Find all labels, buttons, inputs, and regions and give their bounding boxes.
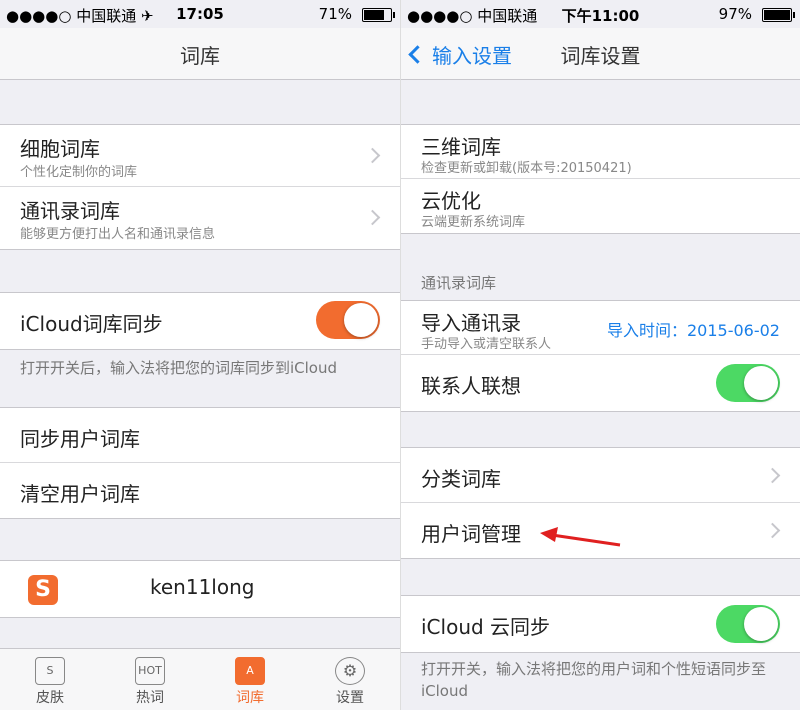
- import-contacts-row[interactable]: 导入通讯录 手动导入或清空联系人 导入时间：2015-06-02: [401, 301, 800, 355]
- shirt-icon: S: [35, 657, 65, 685]
- tab-dict[interactable]: A 词库: [200, 649, 300, 710]
- row-title: 三维词库: [421, 135, 501, 159]
- cloud-optimize-row[interactable]: 云优化 云端更新系统词库: [401, 179, 800, 233]
- tab-label: 词库: [236, 690, 264, 706]
- icloud-row: iCloud词库同步: [0, 293, 400, 349]
- 3d-dict-row[interactable]: 三维词库 检查更新或卸载(版本号:20150421): [401, 125, 800, 179]
- row-title: 导入通讯录: [421, 311, 521, 335]
- nav-bar: 词库: [0, 28, 400, 80]
- row-title: 同步用户词库: [20, 427, 140, 451]
- tab-settings[interactable]: ⚙ 设置: [300, 649, 400, 710]
- right-screen: ●●●●○ 中国联通 下午11:00 97% 输入设置 词库设置 三维词库 检查…: [400, 0, 800, 710]
- cell-dict-row[interactable]: 细胞词库 个性化定制你的词库: [0, 125, 400, 187]
- page-title: 词库设置: [560, 44, 641, 68]
- import-time: 导入时间：2015-06-02: [607, 321, 780, 340]
- row-title: 联系人联想: [421, 374, 521, 398]
- chevron-right-icon: [364, 147, 381, 164]
- tab-skin[interactable]: S 皮肤: [0, 649, 100, 710]
- contact-assoc-toggle[interactable]: [716, 364, 780, 402]
- red-arrow-annotation: [540, 527, 621, 547]
- row-title: 云优化: [421, 189, 481, 213]
- clear-user-dict-button[interactable]: 清空用户词库: [0, 463, 400, 518]
- chevron-right-icon: [764, 467, 781, 484]
- icloud-group: iCloud 云同步: [401, 595, 800, 653]
- icloud-label: iCloud 云同步: [421, 615, 551, 639]
- contacts-group: 导入通讯录 手动导入或清空联系人 导入时间：2015-06-02 联系人联想: [401, 300, 800, 412]
- battery-percent: 97%: [718, 5, 752, 23]
- row-subtitle: 云端更新系统词库: [421, 215, 526, 230]
- tab-label: 热词: [136, 690, 164, 706]
- contact-assoc-row: 联系人联想: [401, 355, 800, 411]
- icloud-group: iCloud词库同步: [0, 292, 400, 350]
- chevron-right-icon: [764, 522, 781, 539]
- row-title: 细胞词库: [20, 137, 100, 161]
- row-title: 清空用户词库: [20, 482, 140, 506]
- row-subtitle: 个性化定制你的词库: [20, 165, 138, 180]
- battery-icon: [762, 8, 795, 22]
- sogou-logo-icon: S: [28, 575, 58, 605]
- section-header: 通讯录词库: [421, 274, 497, 292]
- tab-hot[interactable]: HOT 热词: [100, 649, 200, 710]
- tab-label: 设置: [336, 690, 364, 706]
- icloud-toggle[interactable]: [316, 301, 380, 339]
- icloud-note: 打开开关，输入法将把您的用户词和个性短语同步至iCloud: [421, 660, 767, 700]
- contacts-dict-row[interactable]: 通讯录词库 能够更方便打出人名和通讯录信息: [0, 187, 400, 249]
- row-subtitle: 检查更新或卸载(版本号:20150421): [421, 161, 632, 176]
- page-title: 词库: [180, 44, 220, 68]
- status-bar: ●●●●○ 中国联通 ✈ 17:05 71%: [0, 0, 400, 28]
- battery-icon: [362, 8, 395, 22]
- gear-icon: ⚙: [335, 657, 365, 685]
- dict-group: 三维词库 检查更新或卸载(版本号:20150421) 云优化 云端更新系统词库: [401, 124, 800, 234]
- icloud-label: iCloud词库同步: [20, 312, 163, 336]
- row-title: 通讯录词库: [20, 199, 120, 223]
- row-subtitle: 能够更方便打出人名和通讯录信息: [20, 227, 216, 242]
- status-bar: ●●●●○ 中国联通 下午11:00 97%: [401, 0, 800, 28]
- left-screen: ●●●●○ 中国联通 ✈ 17:05 71% 词库 细胞词库 个性化定制你的词库…: [0, 0, 400, 710]
- row-subtitle: 手动导入或清空联系人: [421, 337, 552, 352]
- row-title: 用户词管理: [421, 522, 521, 546]
- dict-icon: A: [235, 657, 265, 685]
- nav-bar: 输入设置 词库设置: [401, 28, 800, 80]
- battery-percent: 71%: [318, 5, 352, 23]
- username: ken11long: [150, 575, 255, 599]
- sync-user-dict-button[interactable]: 同步用户词库: [0, 408, 400, 463]
- chevron-right-icon: [364, 209, 381, 226]
- row-title: 分类词库: [421, 467, 501, 491]
- account-row[interactable]: S ken11long: [0, 560, 400, 618]
- actions-group: 同步用户词库 清空用户词库: [0, 407, 400, 519]
- dict-group: 细胞词库 个性化定制你的词库 通讯录词库 能够更方便打出人名和通讯录信息: [0, 124, 400, 250]
- icloud-note: 打开开关后，输入法将把您的词库同步到iCloud: [20, 359, 338, 377]
- hot-icon: HOT: [135, 657, 165, 685]
- icloud-toggle[interactable]: [716, 605, 780, 643]
- tab-label: 皮肤: [36, 690, 64, 706]
- category-dict-row[interactable]: 分类词库: [401, 448, 800, 503]
- icloud-row: iCloud 云同步: [401, 596, 800, 652]
- tab-bar: S 皮肤 HOT 热词 A 词库 ⚙ 设置: [0, 648, 400, 710]
